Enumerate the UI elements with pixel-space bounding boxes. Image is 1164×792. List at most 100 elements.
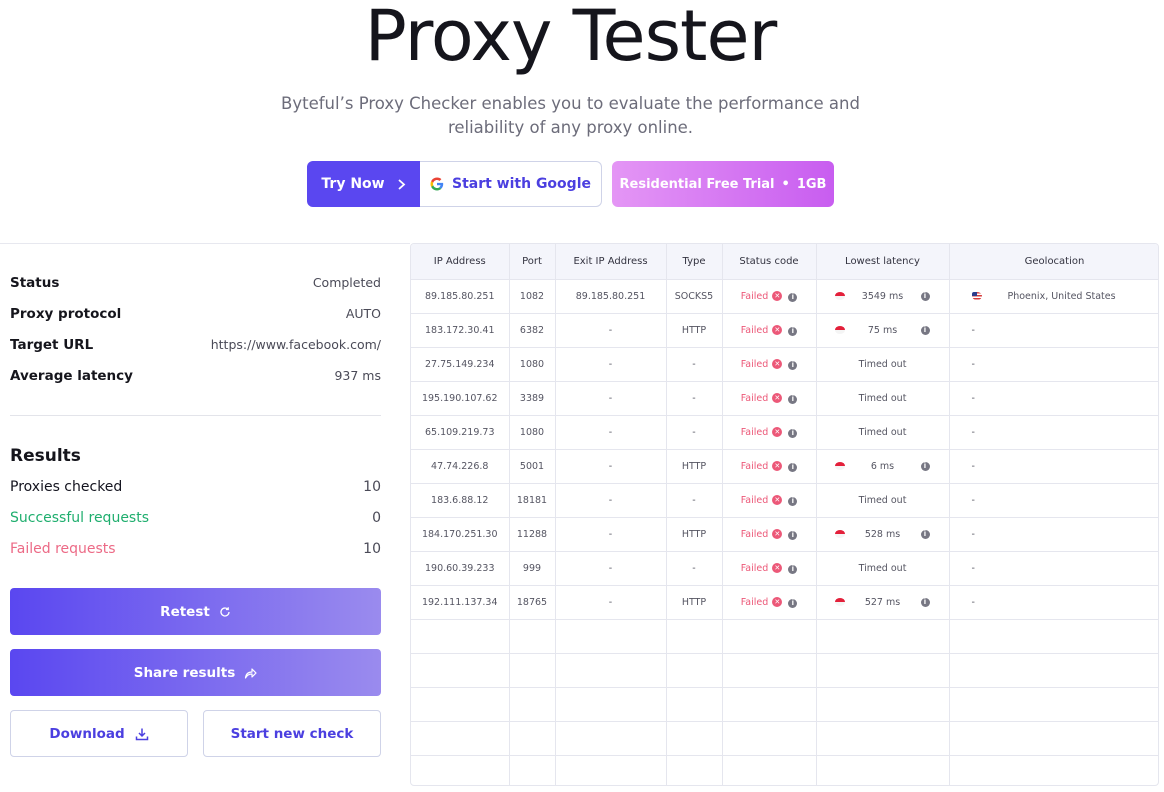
hero-section: Proxy Tester Byteful’s Proxy Checker ena… <box>0 0 1164 244</box>
proxy-protocol-row: Proxy protocol AUTO <box>10 306 381 322</box>
status-failed-badge: Failed ✕ <box>741 529 783 540</box>
table-row: 65.109.219.73 1080- - Failed ✕ i Timed out - <box>411 415 1158 450</box>
failed-requests-value: 10 <box>363 541 381 557</box>
empty-table-row <box>411 721 1158 756</box>
proxy-results-table: IP Address Port Exit IP Address Type Sta… <box>410 243 1159 786</box>
status-text: Failed <box>740 528 769 540</box>
latency-info-icon[interactable]: i <box>920 291 930 301</box>
status-row: Status Completed <box>10 275 381 291</box>
status-info-icon[interactable]: i <box>788 496 798 506</box>
status-value: Completed <box>312 275 381 290</box>
cell-exit-ip: - <box>555 313 667 348</box>
page-subtitle: Byteful’s Proxy Checker enables you to e… <box>250 92 891 140</box>
flag-icon <box>834 597 845 606</box>
cell-type: SOCKS5 <box>666 279 723 314</box>
residential-free-trial-button[interactable]: Residential Free Trial • 1GB <box>612 161 834 207</box>
latency-info-icon[interactable]: i <box>920 529 930 539</box>
empty-cell <box>949 755 1158 785</box>
cell-status-code: Failed ✕ i <box>722 483 817 518</box>
start-new-check-button[interactable]: Start new check <box>203 710 381 757</box>
status-info-icon[interactable]: i <box>788 428 798 438</box>
status-label: Status <box>10 275 60 291</box>
empty-cell <box>411 721 510 756</box>
empty-cell <box>555 653 667 688</box>
cell-geolocation: Phoenix, United States <box>949 279 1158 314</box>
status-text: Failed <box>740 392 769 404</box>
cell-port: 6382 <box>509 313 556 348</box>
cell-status-code: Failed ✕ i <box>722 551 817 586</box>
x-circle-icon: ✕ <box>772 461 783 471</box>
empty-cell <box>949 721 1158 756</box>
cell-type: - <box>666 381 723 416</box>
flag-icon <box>834 291 845 300</box>
cell-geolocation: - <box>949 415 1158 450</box>
failed-requests-label: Failed requests <box>10 541 116 557</box>
cell-ip-address: 89.185.80.251 <box>411 279 510 314</box>
download-button[interactable]: Download <box>10 710 188 757</box>
cell-port: 1080 <box>509 347 556 382</box>
x-circle-icon: ✕ <box>772 529 783 539</box>
target-url-value: https://www.facebook.com/ <box>210 337 381 352</box>
cell-exit-ip: - <box>555 415 667 450</box>
empty-cell <box>555 721 667 756</box>
start-with-google-button[interactable]: Start with Google <box>420 161 602 207</box>
page-title: Proxy Tester <box>364 0 778 77</box>
status-info-icon[interactable]: i <box>788 292 798 302</box>
results-table: IP Address Port Exit IP Address Type Sta… <box>411 244 1158 785</box>
status-info-icon[interactable]: i <box>788 530 798 540</box>
latency-value: 3549 ms <box>861 290 904 302</box>
status-info-icon[interactable]: i <box>788 462 798 472</box>
cell-lowest-latency: Timed out <box>816 347 950 382</box>
x-circle-icon: ✕ <box>772 427 783 437</box>
try-now-button[interactable]: Try Now <box>307 161 420 207</box>
latency-value: Timed out <box>858 358 907 370</box>
status-info-icon[interactable]: i <box>788 394 798 404</box>
geolocation-value: - <box>971 324 975 336</box>
latency-info-icon[interactable]: i <box>920 597 930 607</box>
empty-cell <box>816 721 950 756</box>
latency-info-icon[interactable]: i <box>920 461 930 471</box>
status-info-icon[interactable]: i <box>788 360 798 370</box>
x-circle-icon: ✕ <box>772 325 783 335</box>
empty-cell <box>816 755 950 785</box>
target-url-label: Target URL <box>10 337 94 353</box>
empty-cell <box>555 687 667 722</box>
status-text: Failed <box>740 426 769 438</box>
download-label: Download <box>49 725 125 742</box>
failed-requests-row: Failed requests 10 <box>10 541 381 557</box>
cell-exit-ip: - <box>555 585 667 620</box>
status-info-icon[interactable]: i <box>788 598 798 608</box>
successful-requests-label: Successful requests <box>10 510 150 526</box>
flag-icon <box>834 461 845 470</box>
share-results-button[interactable]: Share results <box>10 649 381 696</box>
status-info-icon[interactable]: i <box>788 326 798 336</box>
geolocation-value: - <box>971 460 975 472</box>
cell-status-code: Failed ✕ i <box>722 585 817 620</box>
proxy-protocol-value: AUTO <box>345 306 381 321</box>
retest-button[interactable]: Retest <box>10 588 381 635</box>
cell-geolocation: - <box>949 449 1158 484</box>
cell-exit-ip: - <box>555 381 667 416</box>
empty-cell <box>816 653 950 688</box>
status-text: Failed <box>740 460 769 472</box>
status-text: Failed <box>740 494 769 506</box>
cell-exit-ip: - <box>555 551 667 586</box>
status-info-icon[interactable]: i <box>788 564 798 574</box>
status-failed-badge: Failed ✕ <box>741 495 783 506</box>
cell-exit-ip: - <box>555 347 667 382</box>
cell-geolocation: - <box>949 517 1158 552</box>
download-icon <box>135 728 148 740</box>
status-text: Failed <box>740 290 769 302</box>
empty-cell <box>411 619 510 654</box>
cell-port: 5001 <box>509 449 556 484</box>
share-arrow-icon <box>245 667 257 679</box>
cell-port: 11288 <box>509 517 556 552</box>
results-title: Results <box>10 446 81 466</box>
latency-info-icon[interactable]: i <box>920 325 930 335</box>
proxies-checked-label: Proxies checked <box>10 479 123 495</box>
column-header-lowest-latency: Lowest latency <box>816 244 950 280</box>
successful-requests-row: Successful requests 0 <box>10 510 381 526</box>
cell-port: 999 <box>509 551 556 586</box>
x-circle-icon: ✕ <box>772 359 783 369</box>
table-row: 195.190.107.62 3389- - Failed ✕ i Timed out - <box>411 381 1158 416</box>
